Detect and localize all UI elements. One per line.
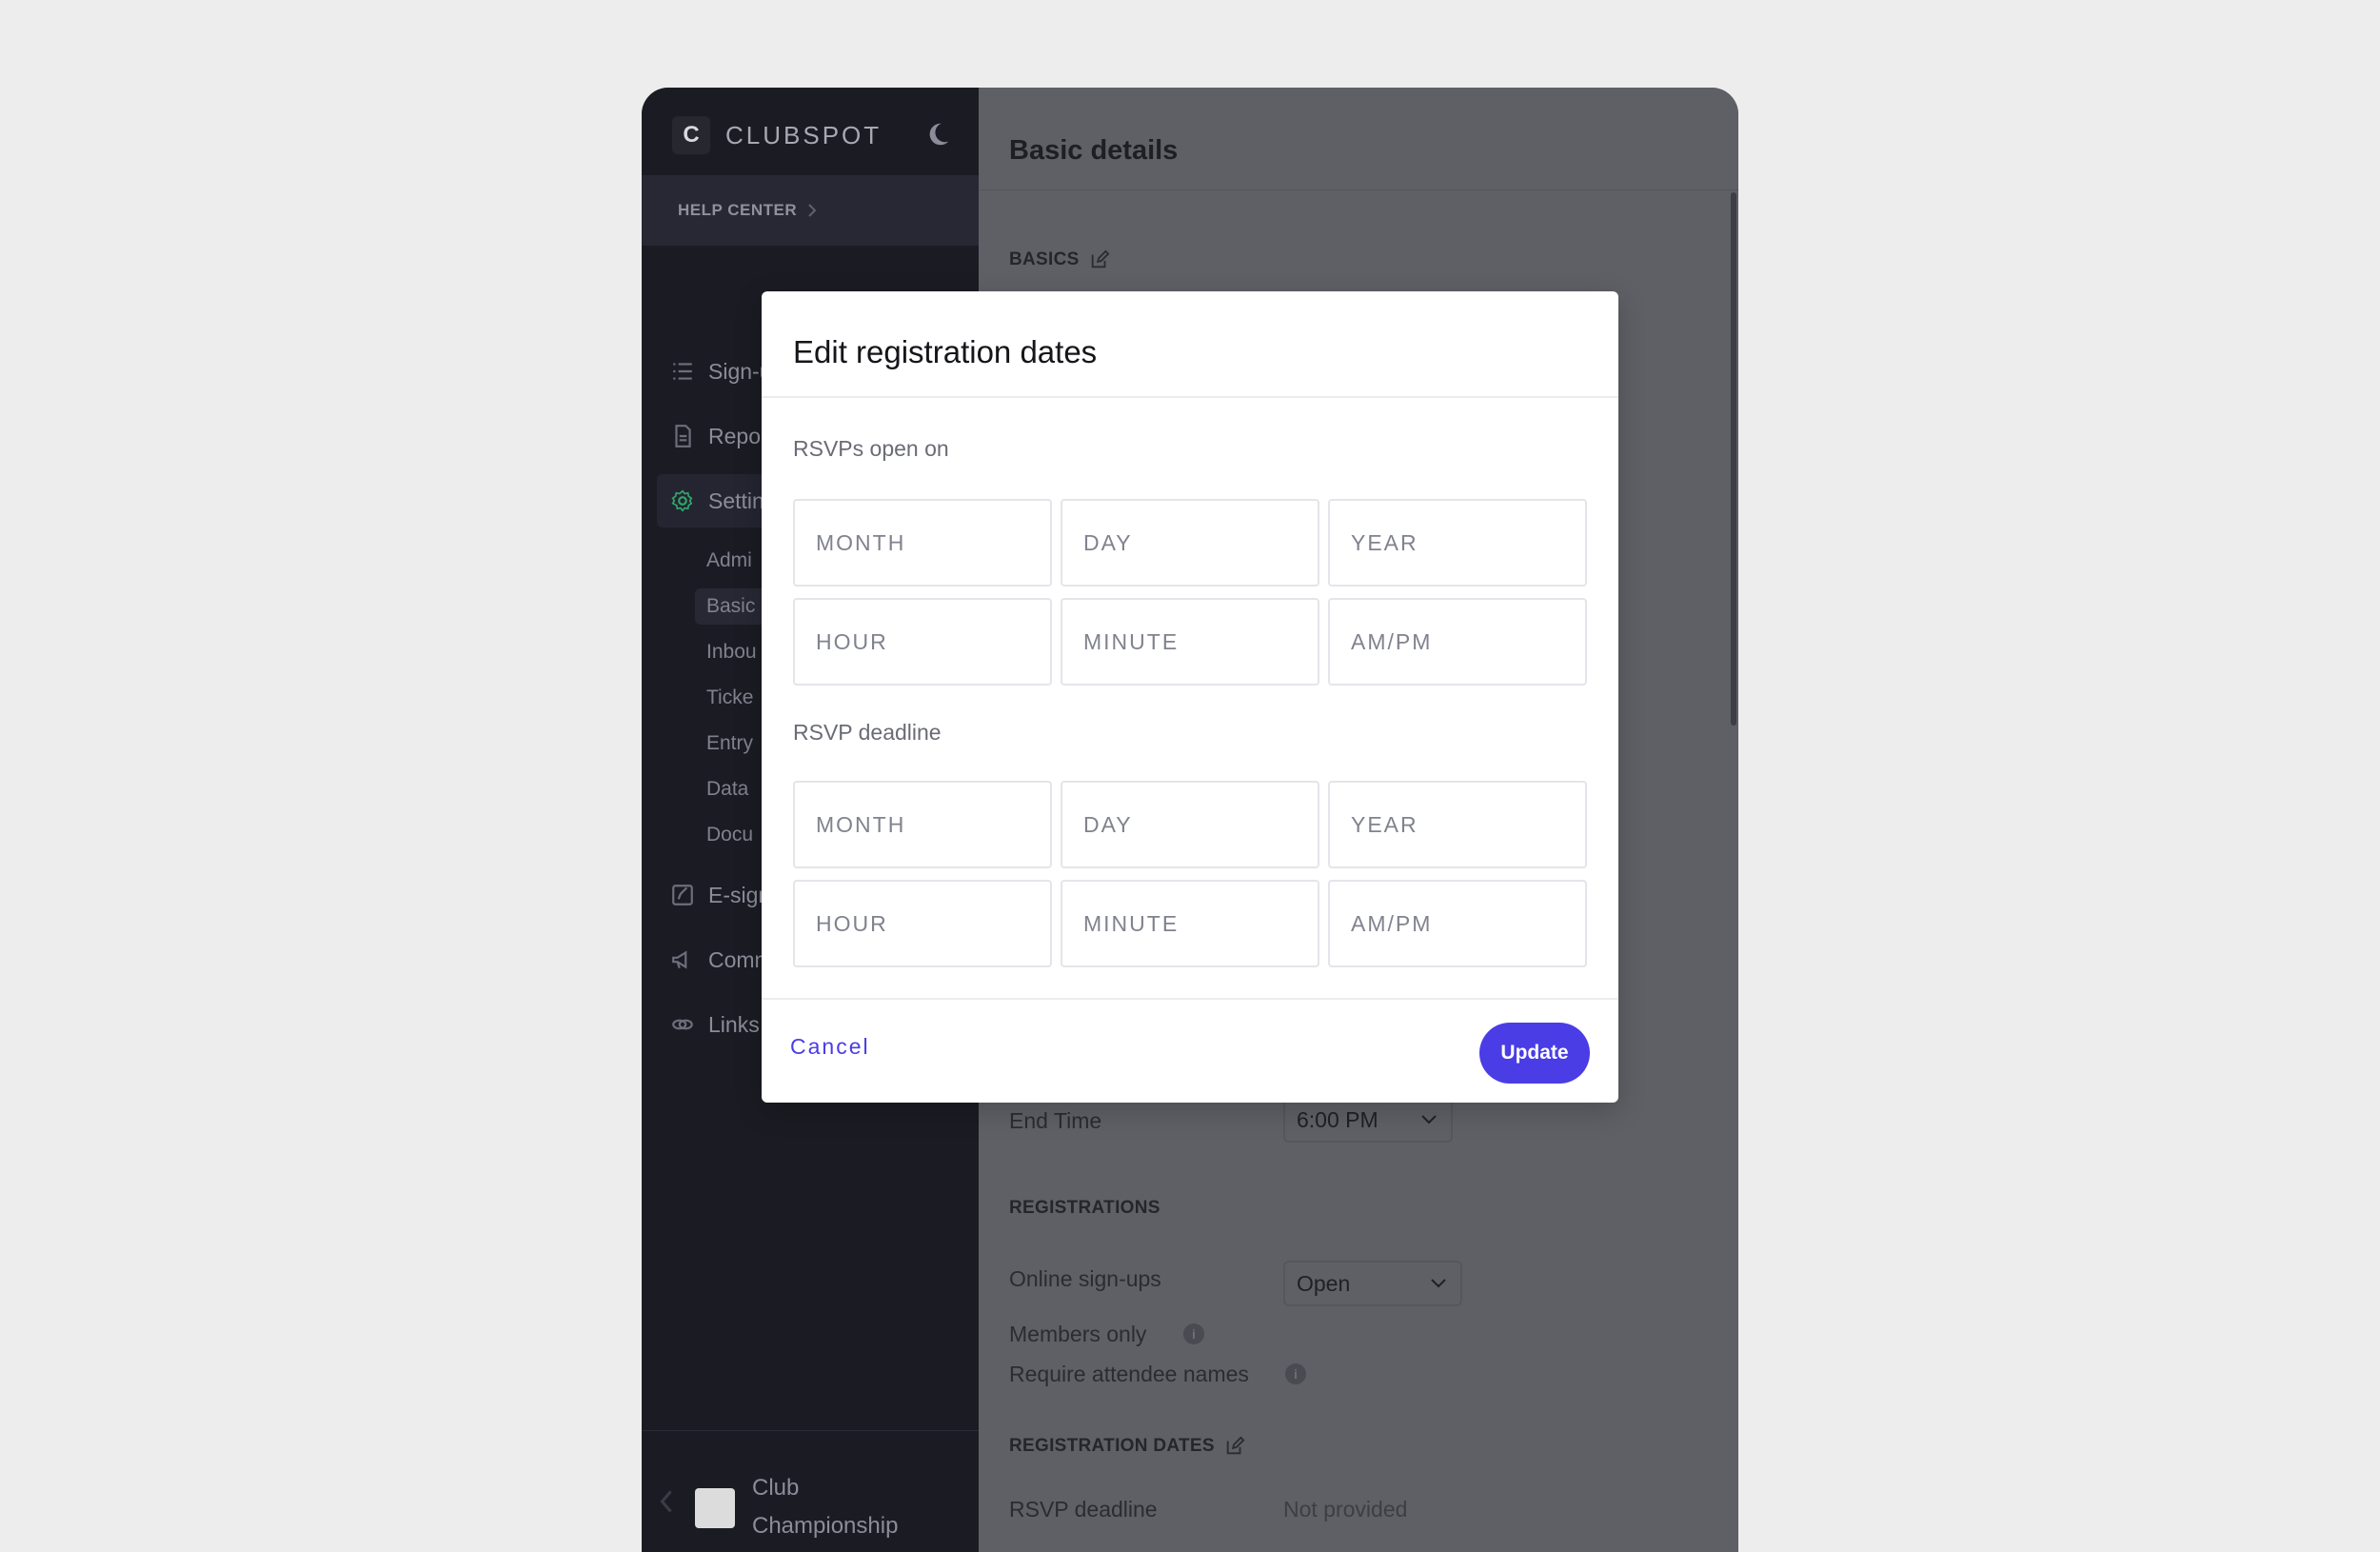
open-year-input[interactable]: YEAR [1328,499,1587,587]
sidebar-subitem-data[interactable]: Data [706,771,748,807]
end-time-value: 6:00 PM [1297,1106,1378,1132]
edit-icon[interactable] [1224,1436,1245,1457]
scrollbar[interactable] [1731,192,1736,726]
rsvp-deadline-label: RSVP deadline [1009,1497,1158,1522]
deadline-ampm-select[interactable]: AM/PM [1328,880,1587,967]
edit-registration-dates-modal: Edit registration dates RSVPs open on MO… [762,291,1618,1103]
sidebar-subitem-admin[interactable]: Admi [706,543,752,579]
update-button[interactable]: Update [1479,1023,1590,1084]
sidebar-item-label: Links [708,1011,760,1037]
help-center-link[interactable]: HELP CENTER [642,175,979,246]
end-time-select[interactable]: 6:00 PM [1283,1097,1453,1143]
info-icon[interactable]: i [1285,1363,1306,1384]
open-ampm-select[interactable]: AM/PM [1328,598,1587,686]
rsvps-open-label: RSVPs open on [793,436,949,461]
open-month-input[interactable]: MONTH [793,499,1052,587]
basics-heading-label: BASICS [1009,249,1080,269]
sidebar-subitem-documents[interactable]: Docu [706,817,753,853]
brand-name: CLUBSPOT [725,120,883,149]
modal-footer: Cancel Update [762,998,1618,1103]
screen-background: C CLUBSPOT HELP CENTER Sign-ups Repo Set… [0,0,2380,1552]
basics-heading: BASICS [1009,249,1110,270]
event-name[interactable]: Club Championship [752,1469,962,1545]
document-icon [675,425,691,448]
event-name-line1: Club [752,1475,800,1501]
chevron-down-icon [1421,1115,1437,1124]
main-header: Basic details [979,88,1738,190]
online-signups-select[interactable]: Open [1283,1261,1462,1306]
sidebar-footer: Club Championship [642,1430,979,1552]
rsvp-deadline-label: RSVP deadline [793,720,942,745]
registration-dates-heading-label: REGISTRATION DATES [1009,1436,1215,1456]
open-day-input[interactable]: DAY [1061,499,1319,587]
sidebar-item-links[interactable]: Links [670,1004,760,1045]
members-only-label: Members only [1009,1322,1147,1346]
end-time-label: End Time [1009,1108,1102,1133]
deadline-minute-input[interactable]: MINUTE [1061,880,1319,967]
sidebar-item-reports[interactable]: Repo [670,415,761,457]
chevron-left-icon[interactable] [659,1490,674,1513]
sidebar-subitem-inbound[interactable]: Inbou [706,634,757,670]
event-avatar [695,1488,735,1528]
sidebar-item-communications[interactable]: Comm [670,939,773,981]
sidebar-item-label: Settin [708,487,764,513]
deadline-year-input[interactable]: YEAR [1328,781,1587,868]
info-icon[interactable]: i [1183,1323,1204,1344]
registrations-heading: REGISTRATIONS [1009,1198,1160,1219]
deadline-day-input[interactable]: DAY [1061,781,1319,868]
online-signups-value: Open [1297,1270,1351,1296]
registration-dates-heading: REGISTRATION DATES [1009,1436,1245,1457]
gear-icon [671,489,693,512]
modal-header: Edit registration dates [762,291,1618,398]
brand[interactable]: C CLUBSPOT [672,114,882,156]
rsvp-deadline-value: Not provided [1283,1497,1408,1522]
megaphone-icon [672,950,687,969]
link-icon [672,1019,693,1030]
sidebar-item-label: Repo [708,423,761,448]
cancel-button[interactable]: Cancel [790,1034,870,1060]
sidebar-subitem-tickets[interactable]: Ticke [706,680,753,716]
help-center-label: HELP CENTER [678,201,798,219]
sidebar-item-esign[interactable]: E-sign [670,874,770,916]
registrations-heading-label: REGISTRATIONS [1009,1198,1160,1218]
online-signups-label: Online sign-ups [1009,1266,1161,1291]
page-title: Basic details [1009,135,1179,166]
list-icon [673,363,692,380]
chevron-down-icon [1431,1279,1446,1288]
deadline-hour-input[interactable]: HOUR [793,880,1052,967]
moon-icon[interactable] [923,120,952,149]
require-names-label: Require attendee names [1009,1362,1249,1386]
open-hour-input[interactable]: HOUR [793,598,1052,686]
brand-logo: C [672,116,710,154]
edit-icon[interactable] [1089,249,1110,270]
chevron-right-icon [808,204,817,217]
event-name-line2: Championship [752,1513,899,1539]
modal-title: Edit registration dates [793,334,1098,369]
open-minute-input[interactable]: MINUTE [1061,598,1319,686]
sidebar-subitem-entry[interactable]: Entry [706,726,753,762]
deadline-month-input[interactable]: MONTH [793,781,1052,868]
edit-icon [672,885,693,905]
